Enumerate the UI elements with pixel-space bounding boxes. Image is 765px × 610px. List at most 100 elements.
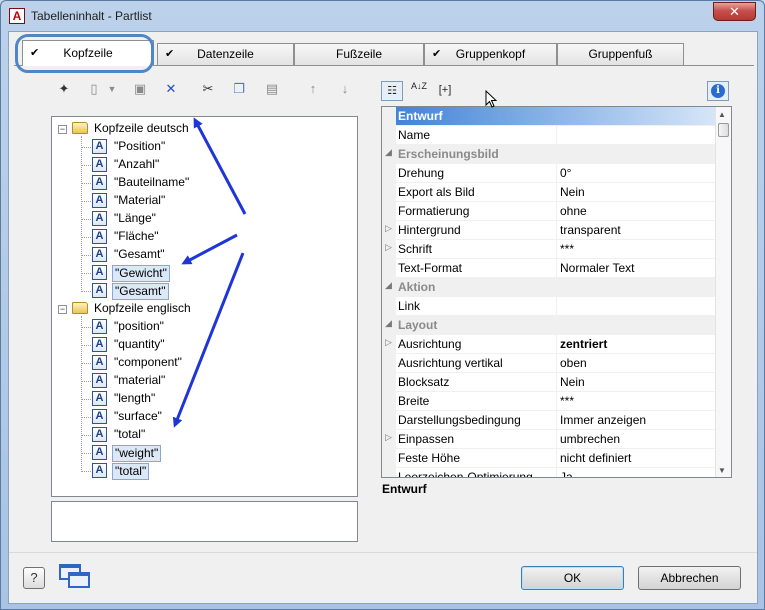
collapse-icon[interactable]: ◢ bbox=[385, 318, 392, 329]
property-value[interactable]: *** bbox=[556, 392, 715, 411]
property-row[interactable]: Leerzeichen-Optimierung Ja bbox=[382, 468, 715, 477]
property-value[interactable] bbox=[556, 297, 715, 316]
info-button[interactable]: i bbox=[707, 81, 729, 101]
property-grid-scrollbar[interactable]: ▲ ▼ bbox=[715, 107, 731, 477]
property-value[interactable]: Immer anzeigen bbox=[556, 411, 715, 430]
tree-item[interactable]: A "material" bbox=[92, 373, 167, 390]
property-row[interactable]: ▷ Einpassen umbrechen bbox=[382, 430, 715, 449]
property-row[interactable]: Drehung 0° bbox=[382, 164, 715, 183]
property-value[interactable]: ohne bbox=[556, 202, 715, 221]
tree-group[interactable]: Kopfzeile englisch bbox=[72, 301, 193, 318]
tree-item-label: "Länge" bbox=[114, 211, 156, 225]
cancel-button[interactable]: Abbrechen bbox=[638, 566, 741, 590]
property-grid[interactable]: Entwurf Name ◢ Erscheinungsbild Drehung 0° Exp… bbox=[381, 106, 732, 478]
tree-item[interactable]: A "total" bbox=[92, 427, 147, 444]
property-value[interactable]: umbrechen bbox=[556, 430, 715, 449]
arrow-down-icon[interactable]: ↓ bbox=[336, 80, 354, 98]
ok-button[interactable]: OK bbox=[521, 566, 624, 590]
property-row[interactable]: Ausrichtung vertikal oben bbox=[382, 354, 715, 373]
tree-item[interactable]: A "total" bbox=[92, 463, 150, 480]
categorized-icon[interactable]: ☷ bbox=[381, 81, 403, 101]
property-row[interactable]: ▷ Schrift *** bbox=[382, 240, 715, 259]
expand-all-icon[interactable]: [+] bbox=[434, 81, 456, 101]
tree-item-label: "Gesamt" bbox=[114, 247, 165, 261]
property-value[interactable] bbox=[556, 126, 715, 145]
property-value[interactable]: Nein bbox=[556, 373, 715, 392]
tree-item[interactable]: A "Fläche" bbox=[92, 229, 161, 246]
scroll-up-icon[interactable]: ▲ bbox=[718, 110, 726, 119]
sort-alphabetical-icon[interactable]: A↓Z bbox=[408, 81, 430, 101]
wand-icon[interactable]: ✦ bbox=[55, 80, 73, 98]
close-button[interactable]: ✕ bbox=[713, 2, 756, 21]
collapse-icon[interactable]: ◢ bbox=[385, 280, 392, 291]
property-row[interactable]: Name bbox=[382, 126, 715, 145]
property-category-row[interactable]: Entwurf bbox=[382, 107, 715, 126]
expand-arrow-icon[interactable]: ▷ bbox=[385, 432, 392, 443]
property-value[interactable]: 0° bbox=[556, 164, 715, 183]
property-row[interactable]: Breite *** bbox=[382, 392, 715, 411]
property-category-row[interactable]: ◢ Layout bbox=[382, 316, 715, 335]
tree-item[interactable]: A "weight" bbox=[92, 445, 162, 462]
property-row[interactable]: ▷ Hintergrund transparent bbox=[382, 221, 715, 240]
tree-item-label: "material" bbox=[114, 373, 166, 387]
tab-gruppenfuss[interactable]: Gruppenfuß bbox=[557, 43, 684, 65]
property-row[interactable]: ▷ Ausrichtung zentriert bbox=[382, 335, 715, 354]
expand-arrow-icon[interactable]: ▷ bbox=[385, 242, 392, 253]
property-value[interactable]: zentriert bbox=[556, 335, 715, 354]
expand-arrow-icon[interactable]: ▷ bbox=[385, 337, 392, 348]
collapse-icon[interactable]: ◢ bbox=[385, 147, 392, 158]
property-category-row[interactable]: ◢ Aktion bbox=[382, 278, 715, 297]
tree-item-label: "length" bbox=[114, 391, 156, 405]
cut-icon[interactable]: ✂ bbox=[199, 80, 217, 98]
property-row[interactable]: Link bbox=[382, 297, 715, 316]
tree-item[interactable]: A "quantity" bbox=[92, 337, 167, 354]
dropdown-arrow-icon[interactable]: ▼ bbox=[103, 80, 121, 98]
arrow-up-icon[interactable]: ↑ bbox=[304, 80, 322, 98]
header-tree[interactable]: − Kopfzeile deutsch A "Position" A "Anzahl" A "… bbox=[51, 116, 358, 497]
property-value[interactable]: *** bbox=[556, 240, 715, 259]
tree-group[interactable]: Kopfzeile deutsch bbox=[72, 121, 191, 138]
tree-item[interactable]: A "length" bbox=[92, 391, 157, 408]
tree-item[interactable]: A "component" bbox=[92, 355, 184, 372]
property-row[interactable]: Text-Format Normaler Text bbox=[382, 259, 715, 278]
tab-datenzeile[interactable]: ✔ Datenzeile bbox=[157, 43, 294, 65]
tree-item[interactable]: A "Gesamt" bbox=[92, 247, 167, 264]
properties-icon[interactable]: ▣ bbox=[131, 80, 149, 98]
tree-item-label: "Position" bbox=[114, 139, 166, 153]
property-name: Hintergrund bbox=[398, 223, 461, 237]
tree-item[interactable]: A "surface" bbox=[92, 409, 164, 426]
property-row[interactable]: Formatierung ohne bbox=[382, 202, 715, 221]
clipboard-icon[interactable]: ▯ bbox=[85, 80, 103, 98]
property-row[interactable]: Darstellungsbedingung Immer anzeigen bbox=[382, 411, 715, 430]
property-value[interactable]: transparent bbox=[556, 221, 715, 240]
property-value[interactable]: Nein bbox=[556, 183, 715, 202]
delete-icon[interactable]: ✕ bbox=[162, 80, 180, 98]
help-button[interactable]: ? bbox=[23, 567, 45, 589]
tree-item[interactable]: A "Gesamt" bbox=[92, 283, 169, 300]
scroll-thumb[interactable] bbox=[718, 123, 729, 137]
property-row[interactable]: Export als Bild Nein bbox=[382, 183, 715, 202]
scroll-down-icon[interactable]: ▼ bbox=[718, 466, 726, 475]
property-value[interactable]: nicht definiert bbox=[556, 449, 715, 468]
tree-item[interactable]: A "position" bbox=[92, 319, 166, 336]
property-category-row[interactable]: ◢ Erscheinungsbild bbox=[382, 145, 715, 164]
paste-icon[interactable]: ▤ bbox=[263, 80, 281, 98]
tree-item[interactable]: A "Material" bbox=[92, 193, 167, 210]
windows-icon[interactable] bbox=[59, 564, 93, 592]
property-value[interactable]: Normaler Text bbox=[556, 259, 715, 278]
collapse-toggle-icon[interactable]: − bbox=[58, 305, 67, 314]
copy-icon[interactable]: ❐ bbox=[230, 80, 248, 98]
property-value[interactable]: Ja bbox=[556, 468, 715, 477]
tree-item[interactable]: A "Bauteilname" bbox=[92, 175, 191, 192]
tree-item[interactable]: A "Gewicht" bbox=[92, 265, 170, 282]
expand-arrow-icon[interactable]: ▷ bbox=[385, 223, 392, 234]
tab-gruppenkopf[interactable]: ✔ Gruppenkopf bbox=[424, 43, 557, 65]
property-value[interactable]: oben bbox=[556, 354, 715, 373]
tab-fusszeile[interactable]: Fußzeile bbox=[294, 43, 424, 65]
tree-item[interactable]: A "Anzahl" bbox=[92, 157, 161, 174]
property-row[interactable]: Feste Höhe nicht definiert bbox=[382, 449, 715, 468]
tree-item[interactable]: A "Länge" bbox=[92, 211, 158, 228]
property-row[interactable]: Blocksatz Nein bbox=[382, 373, 715, 392]
tree-item[interactable]: A "Position" bbox=[92, 139, 167, 156]
collapse-toggle-icon[interactable]: − bbox=[58, 125, 67, 134]
